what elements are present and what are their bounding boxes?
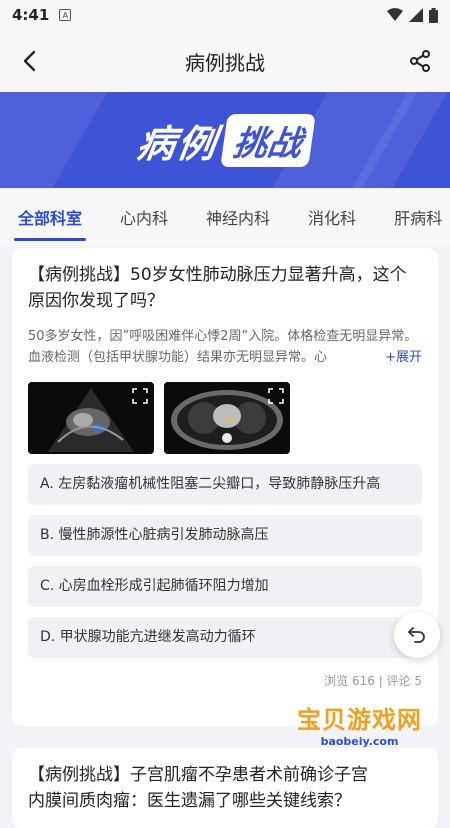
banner-text-left: 病例	[134, 121, 221, 166]
case-description: 50多岁女性，因”呼吸困难伴心悸2周”入院。体格检查无明显异常。血液检测（包括甲…	[28, 326, 422, 368]
expand-image-icon[interactable]	[268, 388, 284, 404]
banner: 病例 挑战	[0, 92, 450, 188]
page-title: 病例挑战	[185, 50, 265, 75]
case-card[interactable]: 【病例挑战】50岁女性肺动脉压力显著升高，这个原因你发现了吗？ 50多岁女性，因…	[12, 248, 438, 726]
option-b[interactable]: B. 慢性肺源性心脏病引发肺动脉高压	[28, 515, 422, 556]
tab-cardiology[interactable]: 心内科	[116, 199, 172, 235]
status-bar: 4:41 A	[0, 0, 450, 30]
case-title-2-line2[interactable]: 内膜间质肉瘤：医生遗漏了哪些关键线索？	[28, 788, 422, 814]
expand-link[interactable]: +展开	[381, 347, 422, 368]
status-right	[387, 7, 438, 23]
signal-icon	[409, 8, 423, 22]
department-tabs: 全部科室 心内科 神经内科 消化科 肝病科	[0, 188, 450, 246]
echocardiogram-image[interactable]	[28, 382, 154, 454]
case-stats: 浏览 616 | 评论 5	[324, 674, 422, 688]
battery-icon	[429, 7, 438, 23]
status-time: 4:41	[12, 6, 50, 24]
tab-neurology[interactable]: 神经内科	[202, 199, 274, 235]
case-title-2[interactable]: 【病例挑战】子宫肌瘤不孕患者术前确诊子宫	[28, 762, 422, 788]
watermark: 宝贝游戏网 baobeiy.com	[297, 700, 422, 748]
back-to-top-button[interactable]	[394, 612, 440, 658]
tab-gastroenterology[interactable]: 消化科	[304, 199, 360, 235]
nav-bar: 病例挑战	[0, 30, 450, 92]
expand-image-icon[interactable]	[132, 388, 148, 404]
ct-scan-image[interactable]	[164, 382, 290, 454]
option-d[interactable]: D. 甲状腺功能亢进继发高动力循环	[28, 617, 422, 658]
case-images	[28, 382, 422, 454]
watermark-url: baobeiy.com	[320, 735, 399, 748]
case-title[interactable]: 【病例挑战】50岁女性肺动脉压力显著升高，这个原因你发现了吗？	[28, 262, 422, 314]
wifi-icon	[387, 8, 403, 21]
watermark-text: 宝贝游戏网	[297, 706, 422, 734]
tab-hepatology[interactable]: 肝病科	[390, 199, 446, 235]
undo-arrow-icon	[408, 627, 425, 643]
share-icon[interactable]	[408, 49, 432, 73]
back-arrow-icon[interactable]	[18, 49, 42, 73]
tab-all-departments[interactable]: 全部科室	[14, 199, 87, 241]
option-c[interactable]: C. 心房血栓形成引起肺循环阻力增加	[28, 566, 422, 607]
option-a[interactable]: A. 左房黏液瘤机械性阻塞二尖瓣口，导致肺静脉压升高	[28, 464, 422, 505]
banner-logo: 病例 挑战	[134, 113, 316, 168]
case-description-text: 50多岁女性，因”呼吸困难伴心悸2周”入院。体格检查无明显异常。血液检测（包括甲…	[28, 329, 418, 365]
banner-text-right: 挑战	[220, 113, 316, 167]
sim-icon: A	[59, 9, 72, 21]
case-card-2[interactable]: 【病例挑战】子宫肌瘤不孕患者术前确诊子宫 内膜间质肉瘤：医生遗漏了哪些关键线索？	[12, 748, 438, 828]
